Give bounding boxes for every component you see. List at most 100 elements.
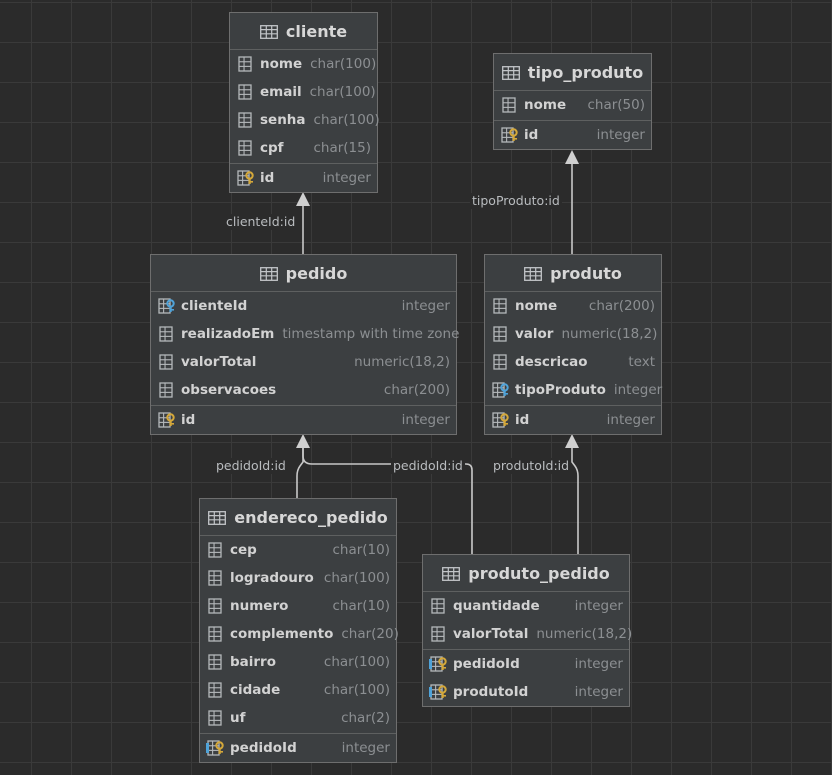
table-cliente[interactable]: cliente nome char(100) email char(100) sen… bbox=[229, 12, 380, 193]
rel-prodped-produto-line[interactable] bbox=[571, 447, 579, 554]
column-row[interactable]: nome char(200) bbox=[485, 292, 661, 320]
column-type: integer bbox=[606, 412, 655, 428]
arrow-head bbox=[565, 150, 579, 164]
table-title: pedido bbox=[285, 263, 348, 283]
column-name: pedidoId bbox=[230, 740, 297, 756]
foreign-key-icon bbox=[157, 298, 177, 314]
column-name: descricao bbox=[515, 354, 588, 370]
column-row[interactable]: nome char(100) bbox=[230, 50, 377, 78]
column-row[interactable]: pedidoId integer bbox=[423, 650, 629, 678]
column-type: char(10) bbox=[332, 542, 390, 558]
column-icon bbox=[206, 626, 226, 642]
table-icon bbox=[442, 566, 461, 581]
column-row[interactable]: logradouro char(100) bbox=[200, 564, 396, 592]
column-row[interactable]: descricao text bbox=[485, 348, 661, 376]
arrow-head bbox=[296, 192, 310, 206]
column-icon bbox=[491, 354, 511, 370]
table-icon bbox=[524, 266, 543, 281]
column-icon bbox=[236, 140, 256, 156]
column-row[interactable]: bairro char(100) bbox=[200, 648, 396, 676]
column-name: id bbox=[260, 170, 275, 186]
column-row[interactable]: id integer bbox=[151, 406, 456, 434]
column-type: char(20) bbox=[341, 626, 399, 642]
column-row[interactable]: realizadoEm timestamp with time zone bbox=[151, 320, 460, 348]
column-icon bbox=[157, 354, 177, 370]
table-pedido[interactable]: pedido clienteId integer realizadoEm times… bbox=[150, 254, 460, 435]
column-row[interactable]: id integer bbox=[485, 406, 661, 434]
column-row[interactable]: id integer bbox=[230, 164, 377, 192]
column-name: id bbox=[524, 127, 539, 143]
column-row[interactable]: numero char(10) bbox=[200, 592, 396, 620]
column-row[interactable]: cep char(10) bbox=[200, 536, 396, 564]
column-name: tipoProduto bbox=[515, 382, 606, 398]
column-icon bbox=[429, 598, 449, 614]
table-tipo-produto[interactable]: tipo_produto nome char(50) id integer bbox=[493, 53, 652, 150]
column-row[interactable]: pedidoId integer bbox=[200, 734, 396, 762]
column-name: valorTotal bbox=[181, 354, 257, 370]
table-header[interactable]: pedido bbox=[151, 255, 456, 292]
column-icon bbox=[500, 97, 520, 113]
table-icon bbox=[259, 266, 278, 281]
column-type: numeric(18,2) bbox=[354, 354, 450, 370]
arrow-head bbox=[565, 434, 579, 448]
column-row[interactable]: valorTotal numeric(18,2) bbox=[423, 620, 632, 648]
column-type: numeric(18,2) bbox=[561, 326, 658, 342]
table-produto-pedido[interactable]: produto_pedido quantidade integer valorTo… bbox=[422, 554, 632, 707]
column-row[interactable]: cidade char(100) bbox=[200, 676, 396, 704]
column-row[interactable]: email char(100) bbox=[230, 78, 377, 106]
table-title: tipo_produto bbox=[527, 62, 644, 82]
column-type: integer bbox=[574, 656, 623, 672]
column-name: realizadoEm bbox=[181, 326, 275, 342]
column-type: integer bbox=[574, 684, 623, 700]
table-icon bbox=[208, 510, 227, 525]
rel-endereco-pedido-line[interactable] bbox=[296, 447, 304, 498]
rel-prodped-pedido-label: pedidoId:id bbox=[391, 458, 465, 474]
rel-endereco-pedido-label: pedidoId:id bbox=[214, 458, 288, 474]
table-produto[interactable]: produto nome char(200) valor numeric(18,2)… bbox=[484, 254, 662, 435]
column-row[interactable]: cpf char(15) bbox=[230, 134, 377, 162]
column-row[interactable]: quantidade integer bbox=[423, 592, 629, 620]
column-row[interactable]: id integer bbox=[494, 121, 651, 149]
table-title: produto bbox=[550, 263, 622, 283]
column-type: integer bbox=[401, 298, 450, 314]
table-icon bbox=[259, 24, 278, 39]
column-icon bbox=[206, 654, 226, 670]
table-header[interactable]: cliente bbox=[230, 13, 377, 50]
column-row[interactable]: produtoId integer bbox=[423, 678, 629, 706]
column-row[interactable]: complemento char(20) bbox=[200, 620, 399, 648]
column-row[interactable]: observacoes char(200) bbox=[151, 376, 456, 404]
column-name: nome bbox=[515, 298, 558, 314]
column-row[interactable]: uf char(2) bbox=[200, 704, 396, 732]
table-title: cliente bbox=[285, 21, 348, 41]
column-row[interactable]: nome char(50) bbox=[494, 91, 651, 119]
column-name: produtoId bbox=[453, 684, 529, 700]
column-name: id bbox=[515, 412, 530, 428]
column-row[interactable]: senha char(100) bbox=[230, 106, 380, 134]
column-name: logradouro bbox=[230, 570, 314, 586]
column-type: timestamp with time zone bbox=[282, 326, 460, 342]
column-icon bbox=[157, 382, 177, 398]
column-icon bbox=[491, 326, 511, 342]
column-row[interactable]: clienteId integer bbox=[151, 292, 456, 320]
primary-key-icon bbox=[157, 412, 177, 428]
column-row[interactable]: valorTotal numeric(18,2) bbox=[151, 348, 456, 376]
column-icon bbox=[157, 326, 177, 342]
table-header[interactable]: endereco_pedido bbox=[200, 499, 396, 536]
table-header[interactable]: produto bbox=[485, 255, 661, 292]
column-row[interactable]: valor numeric(18,2) bbox=[485, 320, 661, 348]
column-name: observacoes bbox=[181, 382, 277, 398]
column-icon bbox=[236, 56, 256, 72]
column-name: pedidoId bbox=[453, 656, 520, 672]
column-name: senha bbox=[260, 112, 306, 128]
table-header[interactable]: tipo_produto bbox=[494, 54, 651, 91]
primary-key-icon bbox=[500, 127, 520, 143]
column-icon bbox=[206, 710, 226, 726]
rel-pedido-cliente-label: clienteId:id bbox=[224, 214, 298, 230]
table-endereco-pedido[interactable]: endereco_pedido cep char(10) logradouro ch… bbox=[199, 498, 399, 763]
column-type: char(10) bbox=[332, 598, 390, 614]
table-header[interactable]: produto_pedido bbox=[423, 555, 629, 592]
primary-foreign-key-icon bbox=[429, 684, 449, 700]
rel-prodped-produto-label: produtoId:id bbox=[491, 458, 572, 474]
column-type: integer bbox=[613, 382, 663, 398]
column-row[interactable]: tipoProduto integer bbox=[485, 376, 663, 404]
